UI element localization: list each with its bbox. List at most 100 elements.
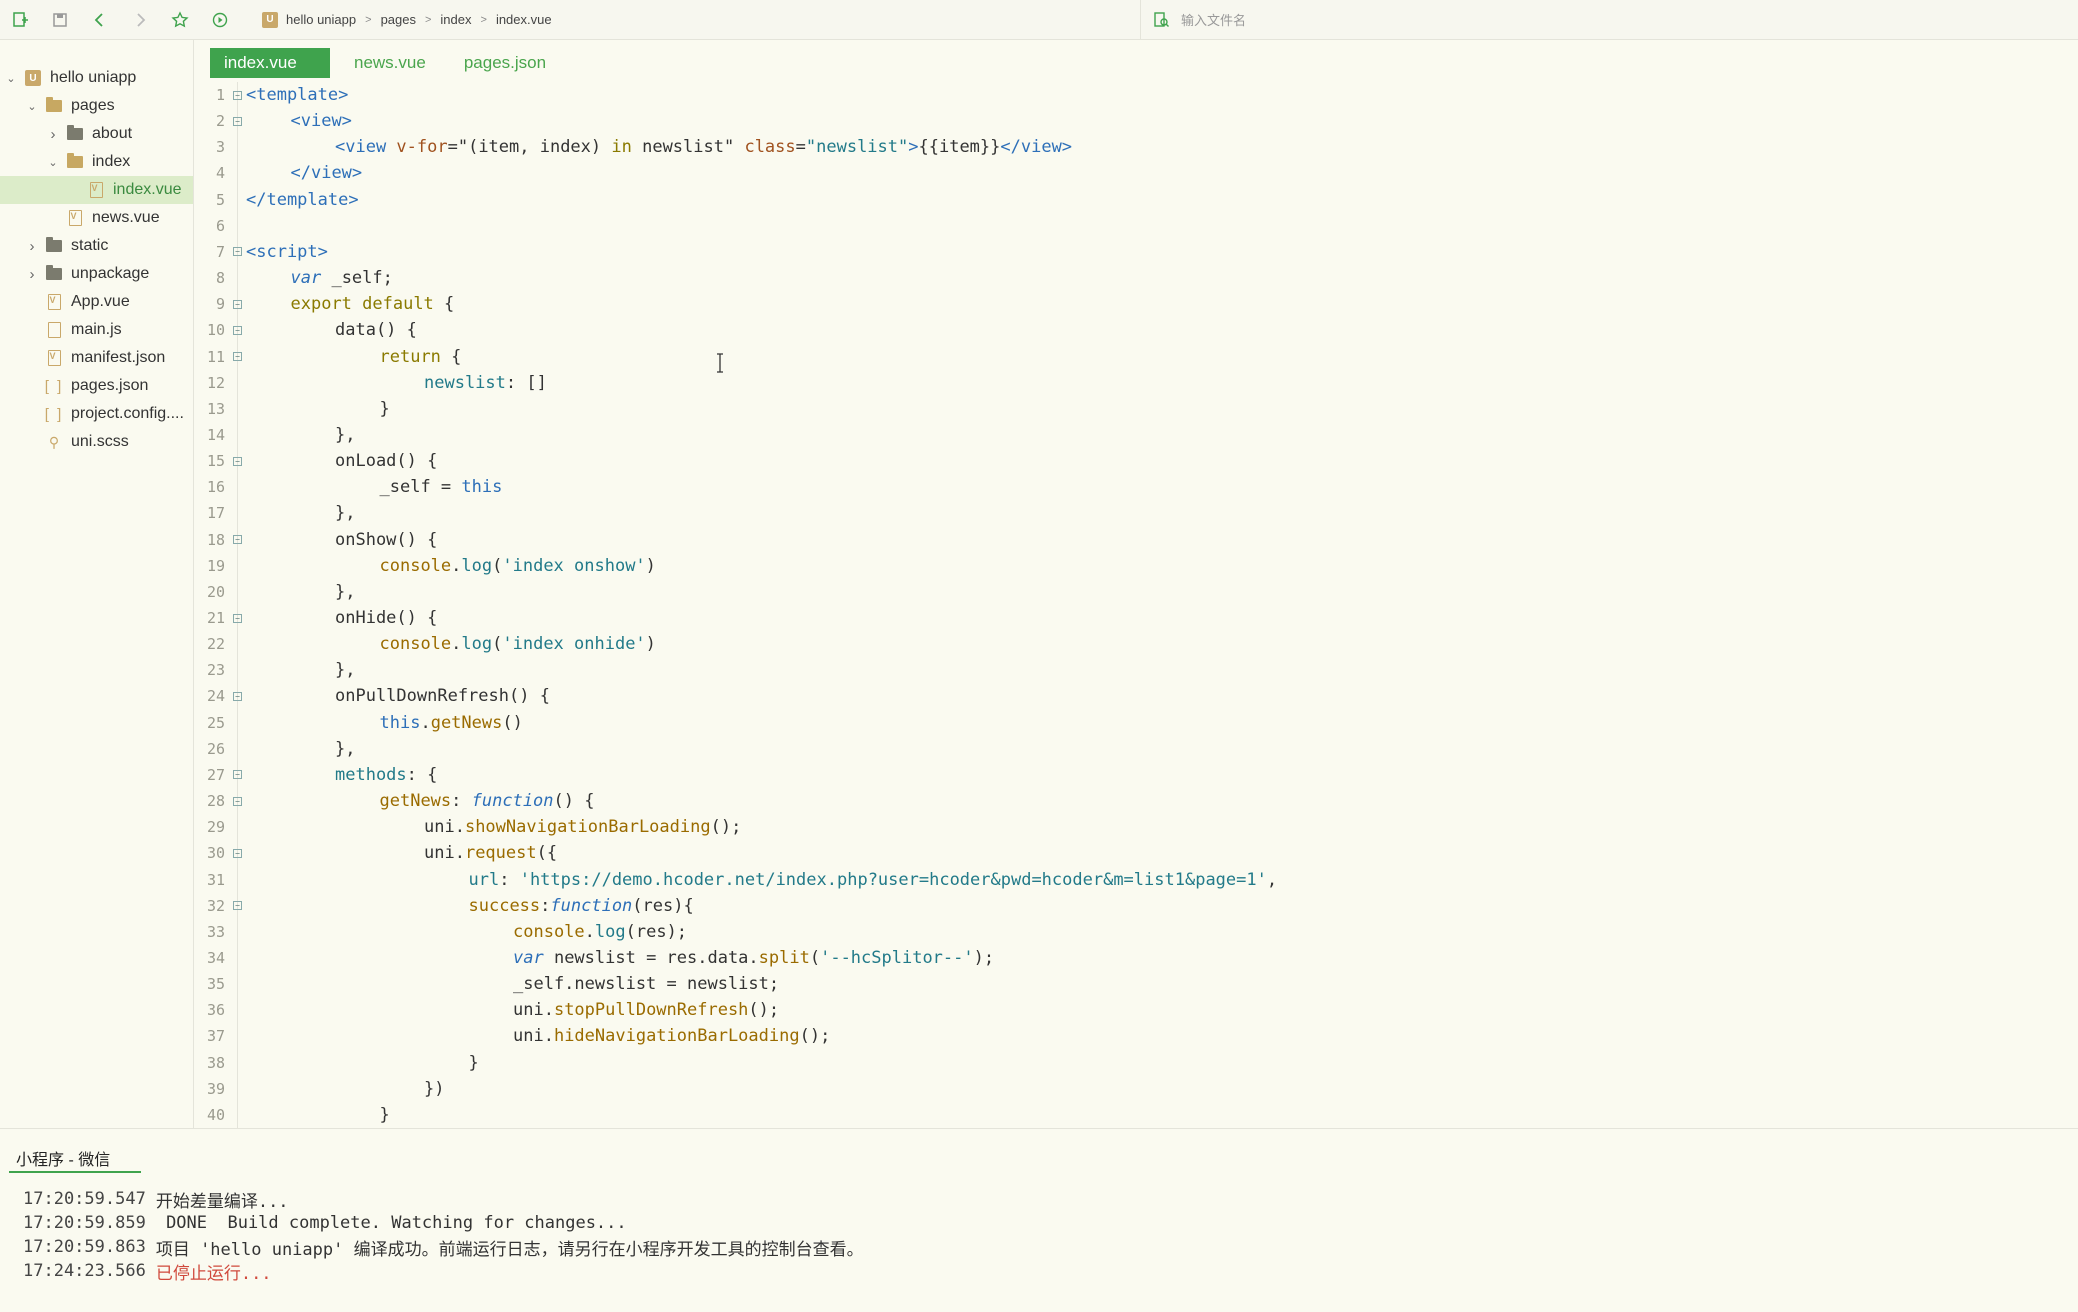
breadcrumb-item[interactable]: index xyxy=(440,12,471,27)
code-token: (res); xyxy=(625,921,688,942)
chevron-right-icon[interactable]: › xyxy=(25,266,39,283)
tree-item[interactable]: › unpackage xyxy=(0,260,193,288)
new-file-icon[interactable] xyxy=(0,0,40,40)
editor-tab[interactable]: news.vue xyxy=(340,48,440,78)
line-number: 5 xyxy=(215,190,225,209)
code-line: 34 var newslist = res.data.split('--hcSpl… xyxy=(195,945,2078,971)
code-line: 39}) xyxy=(195,1076,2078,1102)
back-icon[interactable] xyxy=(80,0,120,40)
tree-item[interactable]: ⌄ index xyxy=(0,148,193,176)
fold-toggle-icon[interactable]: − xyxy=(230,456,245,466)
code-line: 11− return { xyxy=(195,344,2078,370)
code-token: ( xyxy=(809,947,821,968)
code-token: } xyxy=(468,1052,479,1073)
code-token: return xyxy=(379,346,441,367)
code-token: uni. xyxy=(424,843,465,864)
code-token: }) xyxy=(424,1078,445,1099)
tree-item[interactable]: ⌄ Uhello uniapp xyxy=(0,64,193,92)
fold-toggle-icon[interactable]: − xyxy=(230,770,245,780)
fold-toggle-icon[interactable]: − xyxy=(230,535,245,545)
code-token: }, xyxy=(335,581,356,602)
fold-toggle-icon[interactable]: − xyxy=(230,325,245,335)
tree-item[interactable]: › about xyxy=(0,120,193,148)
code-line: 23}, xyxy=(195,657,2078,683)
fold-toggle-icon[interactable]: − xyxy=(230,848,245,858)
code-token: uni. xyxy=(513,1026,554,1047)
code-text: return { xyxy=(246,346,462,367)
line-number: 27 xyxy=(206,765,225,784)
tree-item[interactable]: › static xyxy=(0,232,193,260)
tree-item[interactable]: ⚲ uni.scss xyxy=(0,428,193,456)
tree-item[interactable]: news.vue xyxy=(0,204,193,232)
log-line: 17:20:59.863 项目 'hello uniapp' 编译成功。前端运行日… xyxy=(23,1235,864,1260)
code-text: console.log(res); xyxy=(246,922,687,942)
code-line: 16 _self = this xyxy=(195,474,2078,500)
code-line: 21− onHide() { xyxy=(195,605,2078,631)
chevron-down-icon[interactable]: ⌄ xyxy=(46,156,60,169)
code-text: <view v-for="(item, index) in newslist" … xyxy=(246,137,1072,157)
code-line: 25 this.getNews() xyxy=(195,710,2078,736)
editor-tab[interactable]: index.vue xyxy=(210,48,330,78)
tree-item[interactable]: ⌄ pages xyxy=(0,92,193,120)
tree-item[interactable]: App.vue xyxy=(0,288,193,316)
line-number: 40 xyxy=(206,1105,225,1124)
file-search-icon xyxy=(1141,11,1181,29)
console-tab[interactable]: 小程序 - 微信 xyxy=(9,1145,141,1173)
code-line: 35 _self.newslist = newslist; xyxy=(195,971,2078,997)
file-search-input[interactable] xyxy=(1181,5,1781,35)
editor-tab[interactable]: pages.json xyxy=(450,48,560,78)
breadcrumb-item[interactable]: hello uniapp xyxy=(286,12,356,27)
tree-item-label: App.vue xyxy=(71,293,130,310)
fold-toggle-icon[interactable]: − xyxy=(230,299,245,309)
chevron-right-icon[interactable]: › xyxy=(46,126,60,143)
fold-toggle-icon[interactable]: − xyxy=(230,90,245,100)
code-token: class xyxy=(744,137,796,158)
tree-item-label: project.config.... xyxy=(71,405,184,422)
line-number: 26 xyxy=(206,739,225,758)
chevron-right-icon[interactable]: › xyxy=(25,238,39,255)
fold-toggle-icon[interactable]: − xyxy=(230,116,245,126)
chevron-down-icon[interactable]: ⌄ xyxy=(25,100,39,113)
line-number: 36 xyxy=(206,1001,225,1020)
code-area[interactable]: 1− <template> 2− <view> 3 <view v-for="(item,… xyxy=(195,82,2078,1128)
tree-item[interactable]: index.vue xyxy=(0,176,193,204)
fold-toggle-icon[interactable]: − xyxy=(230,613,245,623)
tree-item[interactable]: manifest.json xyxy=(0,344,193,372)
tree-item[interactable]: [ ] pages.json xyxy=(0,372,193,400)
tree-item-label: main.js xyxy=(71,321,122,338)
code-token: : [] xyxy=(505,372,547,393)
forward-icon[interactable] xyxy=(120,0,160,40)
run-icon[interactable] xyxy=(200,0,240,40)
code-token: <view xyxy=(335,137,397,158)
save-icon[interactable] xyxy=(40,0,80,40)
star-icon[interactable] xyxy=(160,0,200,40)
tree-item[interactable]: [ ] project.config.... xyxy=(0,400,193,428)
code-line: 29 uni.showNavigationBarLoading(); xyxy=(195,814,2078,840)
code-token: }, xyxy=(335,738,356,759)
breadcrumb-item[interactable]: index.vue xyxy=(496,12,552,27)
tree-item-label: pages.json xyxy=(71,377,149,394)
code-token: . xyxy=(584,921,595,942)
code-line: 15− onLoad() { xyxy=(195,448,2078,474)
code-token: this xyxy=(379,712,421,733)
code-text: console.log('index onhide') xyxy=(246,634,656,654)
line-number: 28 xyxy=(206,792,225,811)
breadcrumb-item[interactable]: pages xyxy=(381,12,416,27)
fold-toggle-icon[interactable]: − xyxy=(230,691,245,701)
code-text: onLoad() { xyxy=(246,451,437,471)
chevron-down-icon[interactable]: ⌄ xyxy=(4,72,18,85)
fold-toggle-icon[interactable]: − xyxy=(230,247,245,257)
fold-toggle-icon[interactable]: − xyxy=(230,796,245,806)
tree-item[interactable]: main.js xyxy=(0,316,193,344)
fold-toggle-icon[interactable]: − xyxy=(230,352,245,362)
code-text: }, xyxy=(246,503,355,523)
code-token: onShow() { xyxy=(335,529,438,550)
code-token: () { xyxy=(553,791,595,812)
folder-icon xyxy=(66,125,84,143)
file-icon xyxy=(45,321,63,339)
fold-toggle-icon[interactable]: − xyxy=(230,901,245,911)
